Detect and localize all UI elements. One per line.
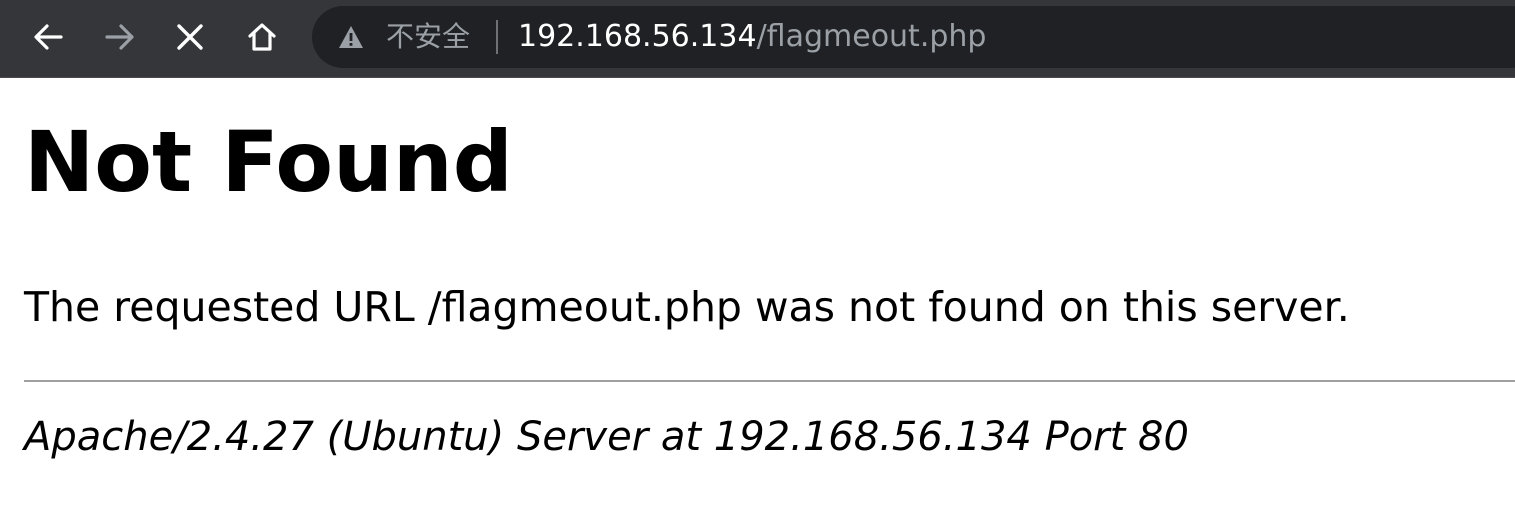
back-arrow-icon xyxy=(34,24,63,50)
server-signature: Apache/2.4.27 (Ubuntu) Server at 192.168… xyxy=(24,414,1189,460)
page-title: Not Found xyxy=(24,113,513,211)
address-divider xyxy=(496,20,498,54)
not-secure-label[interactable]: 不安全 xyxy=(386,19,470,55)
stop-loading-button[interactable] xyxy=(170,17,210,57)
horizontal-rule xyxy=(24,380,1515,382)
address-bar[interactable]: 不安全 192.168.56.134/flagmeout.php xyxy=(312,6,1515,68)
home-button[interactable] xyxy=(242,17,282,57)
warning-triangle-icon[interactable] xyxy=(338,25,364,49)
url-host: 192.168.56.134 xyxy=(518,19,757,54)
home-icon xyxy=(248,23,276,51)
close-icon xyxy=(177,24,203,50)
error-message: The requested URL /flagmeout.php was not… xyxy=(24,283,1350,331)
url-path: /flagmeout.php xyxy=(756,19,987,54)
forward-arrow-icon xyxy=(105,24,134,50)
forward-button[interactable] xyxy=(100,17,140,57)
url-text[interactable]: 192.168.56.134/flagmeout.php xyxy=(518,19,986,55)
back-button[interactable] xyxy=(28,17,68,57)
browser-toolbar: 不安全 192.168.56.134/flagmeout.php xyxy=(0,0,1515,78)
